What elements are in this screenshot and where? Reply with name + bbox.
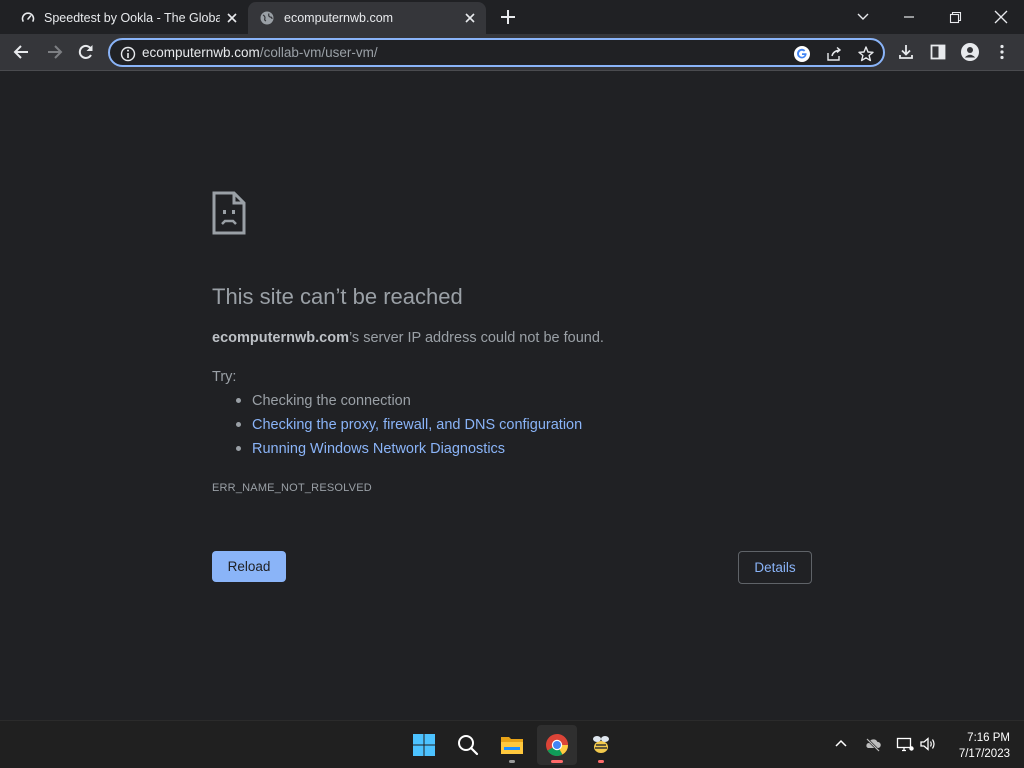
address-bar[interactable]: ecomputernwb.com/collab-vm/user-vm/ bbox=[108, 38, 885, 67]
bookmark-star-icon[interactable] bbox=[857, 45, 875, 63]
file-explorer-button[interactable] bbox=[492, 725, 532, 765]
restore-icon[interactable] bbox=[941, 4, 969, 30]
error-headline: This site can’t be reached bbox=[212, 284, 463, 309]
close-tab-icon[interactable] bbox=[462, 10, 478, 26]
tab-speedtest[interactable]: Speedtest by Ookla - The Global bbox=[8, 2, 248, 34]
windows-taskbar: 7:16 PM 7/17/2023 bbox=[0, 720, 1024, 768]
url-path: /collab-vm/user-vm/ bbox=[259, 45, 378, 60]
clock-time: 7:16 PM bbox=[967, 732, 1010, 744]
error-code: ERR_NAME_NOT_RESOLVED bbox=[212, 482, 372, 494]
google-lens-icon[interactable] bbox=[793, 45, 811, 63]
suggestions-list: Checking the connection Checking the pro… bbox=[236, 392, 582, 464]
site-info-icon[interactable] bbox=[119, 45, 137, 63]
bee-app-taskbar-button[interactable] bbox=[581, 725, 621, 765]
browser-toolbar: ecomputernwb.com/collab-vm/user-vm/ bbox=[0, 34, 1024, 71]
error-summary-rest: ’s server IP address could not be found. bbox=[348, 330, 604, 346]
menu-kebab-icon[interactable] bbox=[992, 42, 1012, 62]
volume-icon[interactable] bbox=[919, 735, 937, 753]
search-button[interactable] bbox=[448, 725, 488, 765]
bee-app-icon bbox=[593, 736, 609, 753]
new-tab-plus-icon[interactable] bbox=[499, 8, 517, 26]
reload-icon[interactable] bbox=[76, 42, 96, 62]
tab-search-chevron-icon[interactable] bbox=[849, 4, 877, 30]
running-indicator bbox=[509, 760, 515, 763]
windows-logo-icon bbox=[413, 734, 435, 756]
show-hidden-icons-chevron-icon[interactable] bbox=[832, 735, 850, 753]
forward-arrow-icon[interactable] bbox=[44, 42, 64, 62]
download-icon[interactable] bbox=[896, 42, 916, 62]
error-host: ecomputernwb.com bbox=[212, 330, 349, 346]
back-arrow-icon[interactable] bbox=[12, 42, 32, 62]
onedrive-offline-icon[interactable] bbox=[864, 735, 882, 753]
tab-title: Speedtest by Ookla - The Global bbox=[44, 11, 220, 25]
chrome-taskbar-button[interactable] bbox=[537, 725, 577, 765]
running-indicator bbox=[551, 760, 563, 763]
side-panel-icon[interactable] bbox=[928, 42, 948, 62]
search-icon bbox=[458, 735, 479, 756]
sad-page-icon bbox=[212, 191, 246, 235]
error-page: This site can’t be reached ecomputernwb.… bbox=[0, 71, 1024, 720]
tab-title: ecomputernwb.com bbox=[284, 11, 394, 25]
tab-strip: Speedtest by Ookla - The Global ecompute… bbox=[0, 0, 1024, 34]
error-summary: ecomputernwb.com’s server IP address cou… bbox=[212, 330, 604, 346]
chrome-icon bbox=[546, 734, 568, 756]
clock-date: 7/17/2023 bbox=[958, 748, 1010, 760]
globe-icon bbox=[260, 11, 274, 25]
suggestion-network-diagnostics-link[interactable]: Running Windows Network Diagnostics bbox=[236, 440, 582, 464]
start-button[interactable] bbox=[404, 725, 444, 765]
suggestion-proxy-firewall-dns-link[interactable]: Checking the proxy, firewall, and DNS co… bbox=[236, 416, 582, 440]
url-text[interactable]: ecomputernwb.com/collab-vm/user-vm/ bbox=[142, 45, 378, 60]
network-icon[interactable] bbox=[896, 735, 914, 753]
profile-icon[interactable] bbox=[960, 42, 980, 62]
suggestion-check-connection: Checking the connection bbox=[236, 392, 582, 416]
minimize-icon[interactable] bbox=[895, 4, 923, 30]
running-indicator bbox=[598, 760, 604, 763]
system-clock[interactable]: 7:16 PM 7/17/2023 bbox=[959, 730, 1010, 762]
url-domain: ecomputernwb.com bbox=[142, 45, 260, 60]
tab-ecomputernwb[interactable]: ecomputernwb.com bbox=[248, 2, 486, 34]
share-icon[interactable] bbox=[825, 45, 843, 63]
details-button[interactable]: Details bbox=[738, 551, 812, 584]
speedtest-icon bbox=[21, 12, 35, 22]
close-window-icon[interactable] bbox=[987, 4, 1015, 30]
try-label: Try: bbox=[212, 369, 237, 385]
reload-button[interactable]: Reload bbox=[212, 551, 286, 582]
folder-icon bbox=[501, 737, 523, 754]
close-tab-icon[interactable] bbox=[224, 10, 240, 26]
